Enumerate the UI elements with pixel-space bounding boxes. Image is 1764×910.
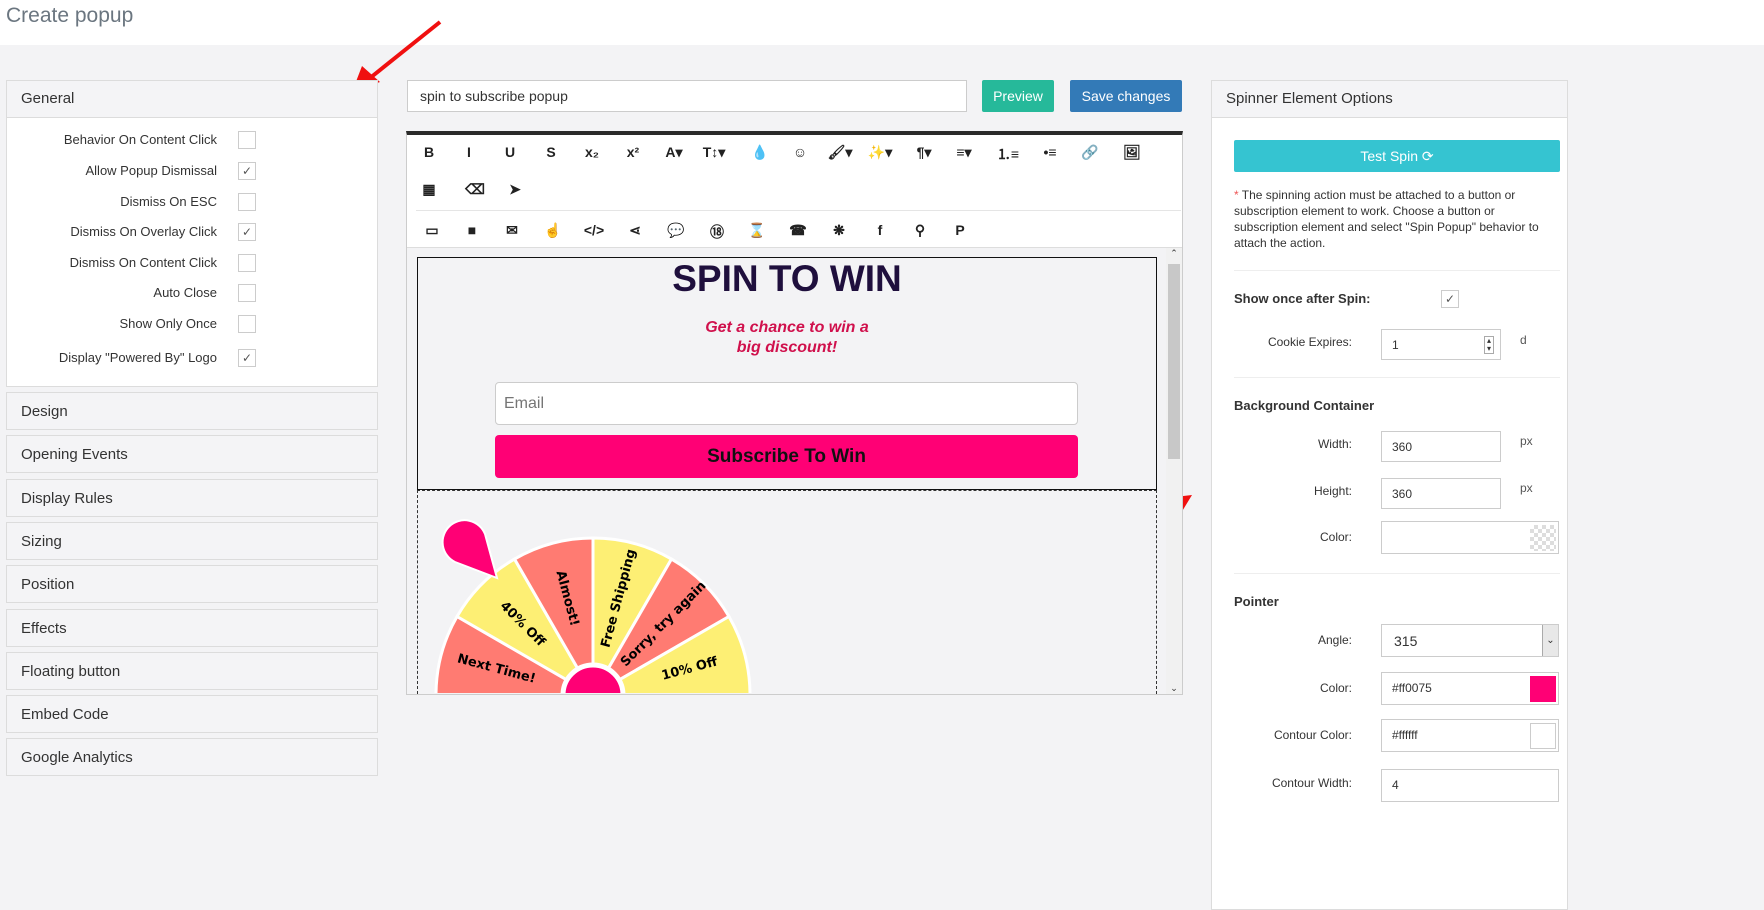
toolbar-button[interactable]: ■ [458,222,486,238]
toolbar-button[interactable]: B [415,144,443,160]
show-once-checkbox[interactable]: ✓ [1441,290,1459,308]
editor-scrollbar[interactable]: ⌃ ⌄ [1166,248,1182,694]
contour-color-input[interactable]: #ffffff [1381,719,1559,752]
option-checkbox[interactable] [238,254,256,272]
toolbar-button[interactable]: P [946,222,974,238]
toolbar-button[interactable]: ⌫ [461,181,489,198]
option-label: Display "Powered By" Logo [58,350,217,365]
preview-button[interactable]: Preview [982,80,1054,112]
toolbar-button[interactable]: ➤ [501,181,529,198]
general-header[interactable]: General [7,81,377,118]
toolbar-button[interactable]: </> [580,222,608,238]
toolbar-button[interactable]: 🖌▾ [826,144,854,161]
toolbar-button[interactable]: 🔗 [1076,144,1104,161]
toolbar-button[interactable]: I [455,144,483,160]
option-label: Dismiss On Content Click [69,255,217,270]
email-input[interactable] [495,382,1078,425]
show-once-label: Show once after Spin: [1234,291,1371,306]
toolbar-button[interactable]: f [866,222,894,238]
option-label: Dismiss On Overlay Click [70,224,217,239]
toolbar-button[interactable]: 💧 [746,144,774,161]
toolbar-button[interactable]: 💬 [662,222,690,239]
toolbar-button[interactable]: ¶▾ [910,144,938,161]
toolbar-button[interactable]: x₂ [578,144,606,160]
pointer-color-input[interactable]: #ff0075 [1381,672,1559,705]
option-label: Behavior On Content Click [63,132,217,147]
toolbar-button[interactable]: ⚲ [906,222,934,239]
section-floating-button[interactable]: Floating button [6,651,378,690]
option-checkbox[interactable] [238,315,256,333]
toolbar-button[interactable]: S [537,144,565,160]
toolbar-button[interactable]: ⒈≡ [994,144,1022,164]
option-checkbox[interactable] [238,193,256,211]
section-effects[interactable]: Effects [6,608,378,647]
option-checkbox[interactable] [238,284,256,302]
toolbar-button[interactable]: ☎ [784,222,812,239]
toolbar-button[interactable]: A▾ [660,144,688,161]
toolbar-button[interactable]: ▦ [415,181,443,198]
height-input[interactable]: 360 [1381,478,1501,509]
cookie-expires-input[interactable]: 1 ▴ ▾ [1381,329,1501,360]
section-display-rules[interactable]: Display Rules [6,478,378,517]
width-input[interactable]: 360 [1381,431,1501,462]
toolbar-button[interactable]: ⌛ [743,222,771,239]
option-checkbox[interactable]: ✓ [238,223,256,241]
background-container-heading: Background Container [1234,398,1375,413]
option-checkbox[interactable] [238,131,256,149]
popup-subheading: Get a chance to win a big discount! [705,319,869,356]
test-spin-button[interactable]: Test Spin ⟳ [1234,140,1560,172]
section-sizing[interactable]: Sizing [6,521,378,560]
option-label: Auto Close [153,285,217,300]
toolbar-button[interactable]: ≡▾ [950,144,978,161]
bg-color-input[interactable] [1381,521,1559,554]
popup-name-input[interactable] [407,80,967,112]
toolbar-button[interactable]: ✨▾ [866,144,894,161]
cookie-label: Cookie Expires: [1267,335,1352,349]
save-changes-button[interactable]: Save changes [1070,80,1182,112]
section-embed-code[interactable]: Embed Code [6,695,378,734]
popup-heading: SPIN TO WIN [672,258,902,299]
top-bar [0,0,1764,45]
general-panel: General Behavior On Content Click Allow P… [6,80,378,387]
section-position[interactable]: Position [6,565,378,604]
option-label: Dismiss On ESC [120,194,217,209]
spin-wheel[interactable]: Free ShippingSorry, try again10% OffNext… [419,492,759,693]
wheel-pointer [441,519,499,580]
spinner-options-header: Spinner Element Options [1212,81,1567,118]
option-label: Show Only Once [119,316,217,331]
toolbar-button[interactable]: 🖼 [1118,144,1146,161]
section-design[interactable]: Design [6,392,378,430]
toolbar-button[interactable]: ❋ [825,222,853,239]
toolbar-button[interactable]: x² [619,144,647,160]
color-swatch[interactable] [1530,525,1556,551]
angle-select[interactable]: 315 ⌄ [1381,624,1559,657]
toolbar-button[interactable]: U [496,144,524,160]
option-checkbox[interactable]: ✓ [238,162,256,180]
toolbar-button[interactable]: ⑱ [703,222,731,242]
toolbar-button[interactable]: T↕▾ [700,144,728,161]
toolbar-button[interactable]: ☺ [786,144,814,160]
spin-note: * The spinning action must be attached t… [1234,188,1539,250]
pointer-heading: Pointer [1234,594,1279,609]
toolbar-button[interactable]: ⋖ [621,222,649,239]
contour-width-input[interactable]: 4 [1381,769,1559,802]
page-title: Create popup [6,4,134,27]
toolbar-button[interactable]: •≡ [1036,144,1064,160]
section-opening-events[interactable]: Opening Events [6,435,378,474]
subscribe-button[interactable]: Subscribe To Win [495,435,1078,478]
section-google-analytics[interactable]: Google Analytics [6,738,378,777]
toolbar-button[interactable]: ✉ [498,222,526,239]
option-label: Allow Popup Dismissal [85,163,218,178]
toolbar-button[interactable]: ☝ [539,222,567,239]
toolbar-button[interactable]: ▭ [418,222,446,239]
option-checkbox[interactable]: ✓ [238,349,256,367]
